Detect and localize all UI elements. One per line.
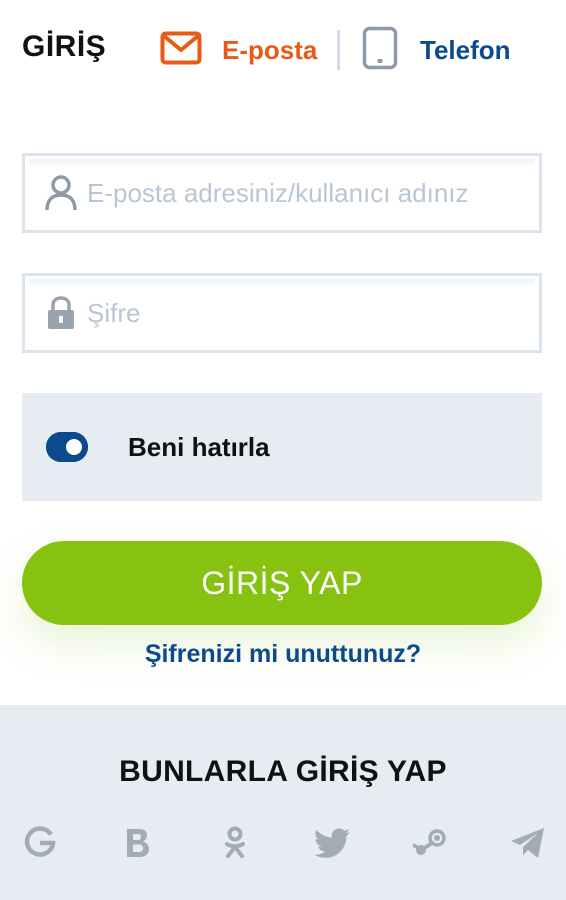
twitter-icon[interactable]: [314, 825, 351, 861]
page-title: GİRİŞ: [22, 30, 107, 63]
tab-divider: [337, 30, 340, 70]
remember-me-label: Beni hatırla: [128, 431, 270, 462]
phone-icon: [362, 26, 398, 75]
envelope-icon: [160, 31, 202, 70]
social-login-title: BUNLARLA GİRİŞ YAP: [119, 755, 447, 788]
social-icons-row: [22, 823, 546, 863]
tab-phone[interactable]: Telefon: [362, 26, 511, 75]
username-input[interactable]: [87, 173, 507, 213]
password-field[interactable]: [22, 273, 542, 353]
header: GİRİŞ E-posta Telefon: [0, 0, 566, 100]
password-input[interactable]: [87, 293, 507, 333]
odnoklassniki-icon[interactable]: [217, 825, 253, 861]
tab-phone-label: Telefon: [420, 34, 511, 65]
telegram-icon[interactable]: [510, 825, 546, 861]
vk-icon[interactable]: [120, 825, 156, 861]
lock-icon: [43, 295, 79, 331]
social-login-panel: BUNLARLA GİRİŞ YAP: [0, 705, 566, 900]
tab-email-label: E-posta: [222, 34, 318, 65]
remember-me-toggle[interactable]: [46, 432, 88, 462]
user-icon: [43, 175, 79, 211]
google-icon[interactable]: [22, 825, 58, 861]
steam-icon[interactable]: [412, 825, 448, 861]
tab-email[interactable]: E-posta: [160, 28, 317, 72]
remember-me-row: Beni hatırla: [22, 393, 542, 501]
login-button[interactable]: GİRİŞ YAP: [22, 541, 542, 625]
forgot-password-link[interactable]: Şifrenizi mi unuttunuz?: [0, 640, 566, 669]
username-field[interactable]: [22, 153, 542, 233]
toggle-knob: [66, 439, 82, 455]
